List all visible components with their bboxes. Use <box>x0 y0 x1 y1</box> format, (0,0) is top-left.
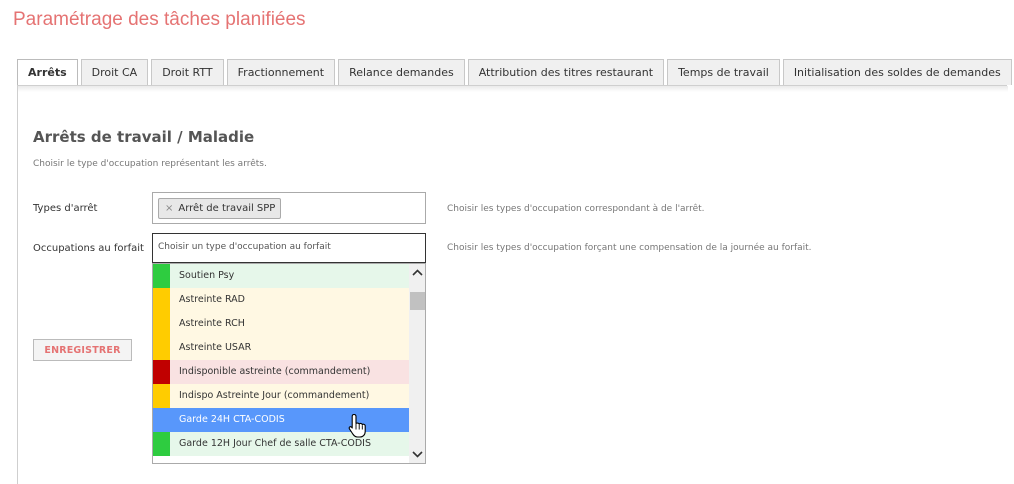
occupations-forfait-search-input[interactable] <box>153 238 425 266</box>
hand-pointer-icon <box>348 413 366 438</box>
dropdown-option[interactable]: Indisponible astreinte (commandement) <box>153 360 409 384</box>
scrollbar-thumb[interactable] <box>410 292 425 310</box>
dropdown-option[interactable]: Garde 24H CTA-CODIS <box>153 408 409 432</box>
occupations-forfait-field[interactable] <box>152 233 426 266</box>
tab-temps-de-travail[interactable]: Temps de travail <box>667 59 780 85</box>
color-swatch <box>153 384 170 408</box>
color-swatch <box>153 432 170 456</box>
option-label: Astreinte RCH <box>179 318 245 329</box>
option-label: Soutien Psy <box>179 270 235 281</box>
option-label: Indispo Astreinte Jour (commandement) <box>179 390 370 401</box>
tab-relance-demandes[interactable]: Relance demandes <box>338 59 465 85</box>
panel-shade <box>18 86 1008 92</box>
color-swatch <box>153 408 170 432</box>
tab-fractionnement[interactable]: Fractionnement <box>226 59 336 85</box>
chevron-up-icon[interactable] <box>409 264 425 281</box>
dropdown-option[interactable]: Soutien Psy <box>153 264 409 288</box>
chip-label: Arrêt de travail SPP <box>178 203 276 214</box>
tab-arrets[interactable]: Arrêts <box>17 59 78 86</box>
dropdown-option[interactable]: Astreinte RAD <box>153 288 409 312</box>
color-swatch <box>153 264 170 288</box>
dropdown-option[interactable]: Garde 12H Jour Chef de salle CTA-CODIS <box>153 432 409 456</box>
chevron-down-icon[interactable] <box>409 446 425 463</box>
chip-remove-icon[interactable]: × <box>165 203 173 214</box>
occupation-dropdown-list[interactable]: Soutien Psy Astreinte RAD Astreinte RCH … <box>152 263 426 464</box>
types-arret-help: Choisir les types d'occupation correspon… <box>447 204 705 214</box>
option-label: Astreinte USAR <box>179 342 252 353</box>
occupations-forfait-label: Occupations au forfait <box>33 243 144 254</box>
option-label: Garde 12H Jour Chef de salle CTA-CODIS <box>179 438 371 449</box>
selected-chip: × Arrêt de travail SPP <box>158 198 282 219</box>
dropdown-option[interactable]: Astreinte USAR <box>153 336 409 360</box>
dropdown-scrollbar[interactable] <box>409 264 425 463</box>
option-label: Astreinte RAD <box>179 294 245 305</box>
color-swatch <box>153 336 170 360</box>
tab-attribution-titres-restaurant[interactable]: Attribution des titres restaurant <box>467 59 665 85</box>
types-arret-multiselect[interactable]: × Arrêt de travail SPP <box>152 192 426 224</box>
save-button[interactable]: ENREGISTRER <box>33 339 132 361</box>
tab-droit-ca[interactable]: Droit CA <box>80 59 149 85</box>
section-description: Choisir le type d'occupation représentan… <box>33 159 267 169</box>
color-swatch <box>153 312 170 336</box>
section-title: Arrêts de travail / Maladie <box>33 128 255 146</box>
page-title: Paramétrage des tâches planifiées <box>13 9 306 30</box>
color-swatch <box>153 288 170 312</box>
option-label: Garde 24H CTA-CODIS <box>179 414 285 425</box>
types-arret-label: Types d'arrêt <box>33 203 98 214</box>
tab-bar: Arrêts Droit CA Droit RTT Fractionnement… <box>17 59 1014 86</box>
option-label: Indisponible astreinte (commandement) <box>179 366 371 377</box>
color-swatch <box>153 360 170 384</box>
tab-droit-rtt[interactable]: Droit RTT <box>151 59 224 85</box>
dropdown-option[interactable]: Astreinte RCH <box>153 312 409 336</box>
tab-initialisation-soldes[interactable]: Initialisation des soldes de demandes <box>782 59 1012 85</box>
occupations-forfait-help: Choisir les types d'occupation forçant u… <box>447 243 812 253</box>
dropdown-option[interactable]: Indispo Astreinte Jour (commandement) <box>153 384 409 408</box>
